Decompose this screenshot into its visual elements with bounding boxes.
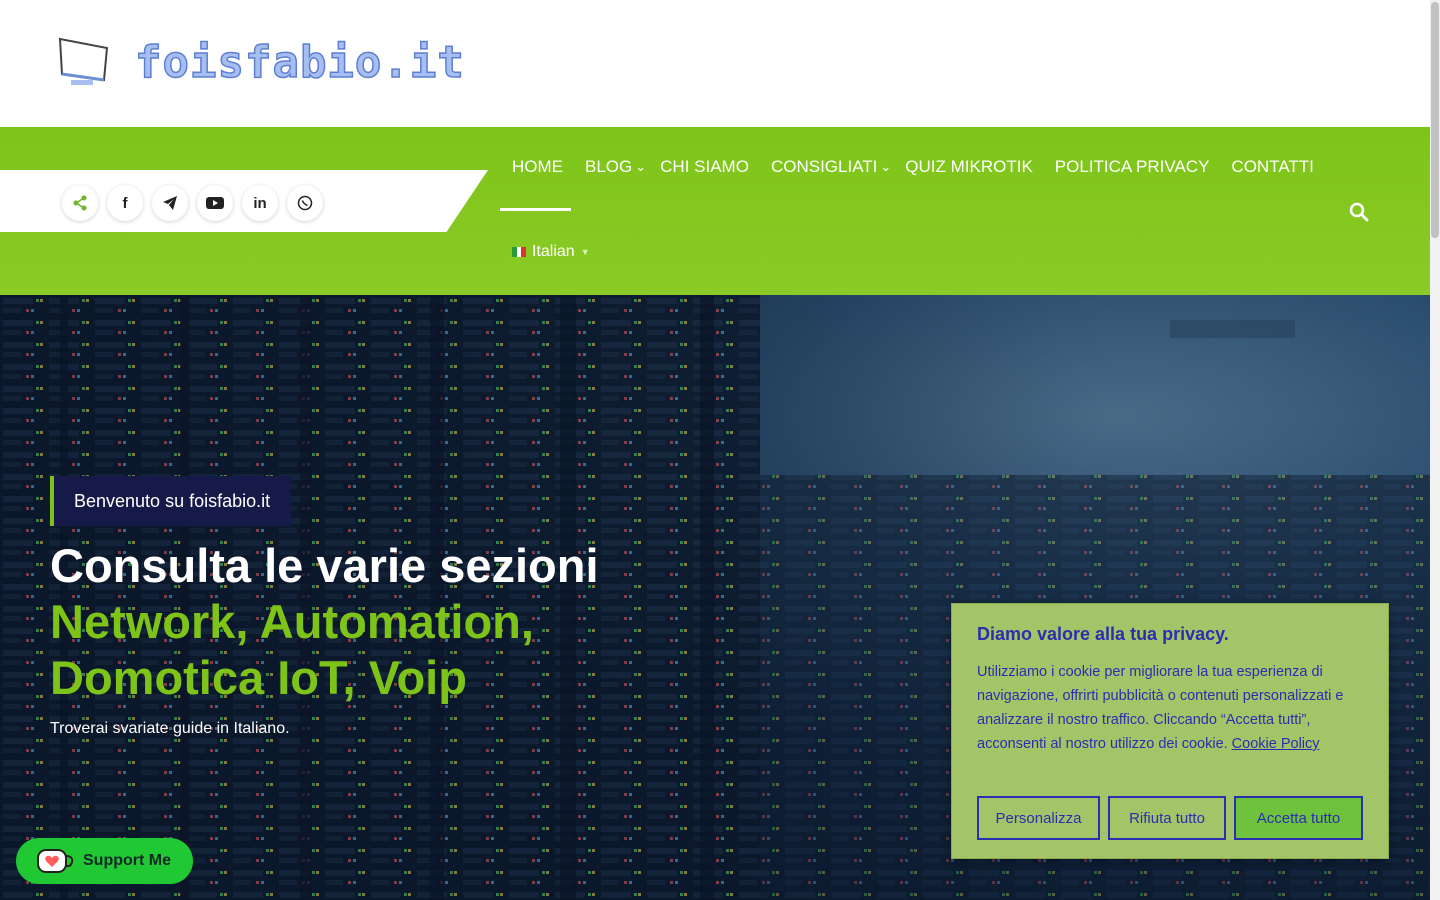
whatsapp-icon[interactable] bbox=[287, 185, 323, 221]
youtube-icon[interactable] bbox=[197, 185, 233, 221]
nav-item-chi-siamo[interactable]: CHI SIAMO bbox=[660, 157, 749, 177]
nav-item-blog[interactable]: BLOG ⌄ bbox=[585, 157, 646, 177]
cookie-text: Utilizziamo i cookie per migliorare la t… bbox=[977, 660, 1363, 756]
nav-item-home[interactable]: HOME bbox=[512, 157, 563, 177]
support-me-button[interactable]: Support Me bbox=[16, 838, 193, 884]
accept-all-button[interactable]: Accetta tutto bbox=[1234, 796, 1363, 840]
site-header: foisfabio.it bbox=[0, 0, 1430, 127]
chevron-down-icon: ⌄ bbox=[635, 159, 647, 174]
page-scrollbar[interactable] bbox=[1430, 0, 1440, 900]
main-menu: HOME BLOG ⌄ CHI SIAMO CONSIGLIATI ⌄ QUIZ M… bbox=[512, 157, 1336, 177]
hero-title-highlight: Network, Automation, Domotica IoT, Voip bbox=[50, 595, 534, 704]
cookie-actions: Personalizza Rifiuta tutto Accetta tutto bbox=[977, 796, 1363, 840]
hero-subtitle: Troverai svariate guide in Italiano. bbox=[50, 720, 290, 737]
telegram-icon[interactable] bbox=[152, 185, 188, 221]
cookie-consent-banner: Diamo valore alla tua privacy. Utilizzia… bbox=[951, 603, 1389, 859]
page: foisfabio.it f in HOME BLOG⌄ CHI SIAMO bbox=[0, 0, 1440, 900]
reject-all-button[interactable]: Rifiuta tutto bbox=[1108, 796, 1226, 840]
scrollbar-thumb[interactable] bbox=[1431, 2, 1439, 238]
kofi-cup-icon bbox=[37, 849, 74, 873]
chevron-down-icon: ⌄ bbox=[880, 159, 892, 174]
main-navbar: f in HOME BLOG ⌄ CHI SIAMO CONSIGLIATI ⌄ Q… bbox=[0, 127, 1430, 295]
customize-button[interactable]: Personalizza bbox=[977, 796, 1100, 840]
cookie-policy-link[interactable]: Cookie Policy bbox=[1232, 736, 1320, 752]
monitor-icon bbox=[58, 37, 109, 85]
caret-down-icon: ▼ bbox=[580, 247, 590, 257]
facebook-icon[interactable]: f bbox=[107, 185, 143, 221]
language-switcher[interactable]: Italian ▼ bbox=[512, 243, 590, 261]
social-links: f in bbox=[62, 185, 323, 221]
nav-item-quiz-mikrotik[interactable]: QUIZ MIKROTIK bbox=[905, 157, 1033, 177]
cookie-title: Diamo valore alla tua privacy. bbox=[977, 624, 1229, 644]
nav-item-consigliati[interactable]: CONSIGLIATI ⌄ bbox=[771, 157, 891, 177]
italy-flag-icon bbox=[512, 247, 527, 257]
language-label: Italian bbox=[532, 243, 575, 260]
search-icon[interactable] bbox=[1348, 201, 1370, 223]
nav-item-contatti[interactable]: CONTATTI bbox=[1231, 157, 1313, 177]
support-label: Support Me bbox=[83, 852, 171, 869]
logo-text: foisfabio.it bbox=[134, 36, 465, 89]
active-indicator bbox=[500, 208, 571, 211]
nav-item-politica-privacy[interactable]: POLITICA PRIVACY bbox=[1055, 157, 1210, 177]
share-icon[interactable] bbox=[62, 185, 98, 221]
hero-title: Consulta le varie sezioni bbox=[50, 539, 599, 592]
site-logo[interactable]: foisfabio.it bbox=[57, 36, 465, 88]
linkedin-icon[interactable]: in bbox=[242, 185, 278, 221]
hero-tag: Benvenuto su foisfabio.it bbox=[50, 476, 292, 526]
